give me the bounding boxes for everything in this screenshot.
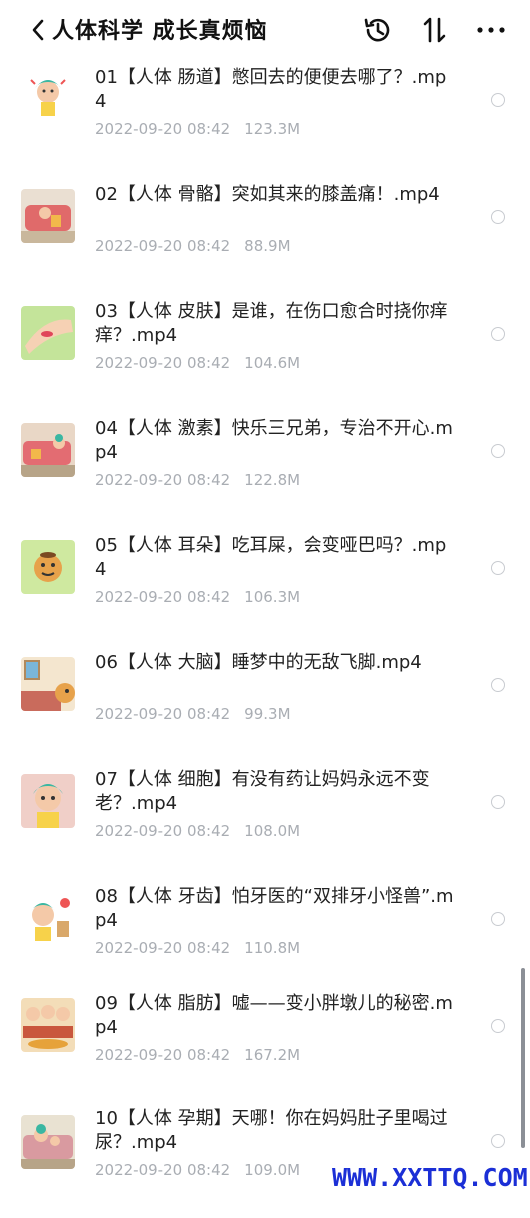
select-radio[interactable] — [491, 444, 505, 458]
back-button[interactable] — [24, 14, 54, 46]
file-meta: 2022-09-20 08:42 88.9M — [95, 237, 291, 255]
file-date: 2022-09-20 08:42 — [95, 1046, 231, 1064]
file-date: 2022-09-20 08:42 — [95, 822, 231, 840]
file-meta: 2022-09-20 08:42 122.8M — [95, 471, 300, 489]
video-thumbnail — [21, 774, 75, 828]
video-thumbnail — [21, 540, 75, 594]
file-item-09[interactable]: 09【人体 脂肪】嘘——变小胖墩儿的秘密.mp4 2022-09-20 08:4… — [0, 993, 530, 1111]
file-name: 03【人体 皮肤】是谁，在伤口愈合时挠你痒痒？.mp4 — [95, 301, 448, 346]
file-item-08[interactable]: 08【人体 牙齿】怕牙医的“双排牙小怪兽”.mp4 2022-09-20 08:… — [0, 877, 530, 994]
file-meta: 2022-09-20 08:42 109.0M — [95, 1161, 300, 1179]
file-date: 2022-09-20 08:42 — [95, 120, 231, 138]
file-name: 04【人体 激素】快乐三兄弟，专治不开心.mp4 — [95, 418, 453, 463]
file-name: 01【人体 肠道】憋回去的便便去哪了？.mp4 — [95, 67, 447, 112]
select-radio[interactable] — [491, 210, 505, 224]
video-thumbnail — [21, 657, 75, 711]
file-size: 104.6M — [244, 354, 301, 372]
file-name: 06【人体 大脑】睡梦中的无敌飞脚.mp4 — [95, 652, 422, 673]
file-name: 07【人体 细胞】有没有药让妈妈永远不变老？.mp4 — [95, 769, 430, 814]
sort-icon — [423, 17, 446, 43]
select-radio[interactable] — [491, 678, 505, 692]
file-item-04[interactable]: 04【人体 激素】快乐三兄弟，专治不开心.mp4 2022-09-20 08:4… — [0, 409, 530, 526]
history-button[interactable] — [360, 13, 394, 47]
select-radio[interactable] — [491, 795, 505, 809]
file-item-01[interactable]: 01【人体 肠道】憋回去的便便去哪了？.mp4 2022-09-20 08:42… — [0, 58, 530, 175]
video-thumbnail — [21, 1115, 75, 1169]
file-meta: 2022-09-20 08:42 123.3M — [95, 120, 300, 138]
video-thumbnail — [21, 423, 75, 477]
file-size: 88.9M — [244, 237, 291, 255]
select-radio[interactable] — [491, 1019, 505, 1033]
file-meta: 2022-09-20 08:42 106.3M — [95, 588, 300, 606]
more-button[interactable] — [474, 13, 508, 47]
file-meta: 2022-09-20 08:42 167.2M — [95, 1046, 300, 1064]
file-item-03[interactable]: 03【人体 皮肤】是谁，在伤口愈合时挠你痒痒？.mp4 2022-09-20 0… — [0, 292, 530, 409]
more-icon — [477, 27, 505, 33]
file-size: 110.8M — [244, 939, 301, 957]
file-date: 2022-09-20 08:42 — [95, 939, 231, 957]
file-size: 106.3M — [244, 588, 301, 606]
video-thumbnail — [21, 998, 75, 1052]
file-date: 2022-09-20 08:42 — [95, 1161, 231, 1179]
video-thumbnail — [21, 306, 75, 360]
file-size: 108.0M — [244, 822, 301, 840]
file-name: 05【人体 耳朵】吃耳屎，会变哑巴吗？.mp4 — [95, 535, 447, 580]
top-bar: 人体科学 成长真烦恼 — [0, 0, 530, 60]
file-item-05[interactable]: 05【人体 耳朵】吃耳屎，会变哑巴吗？.mp4 2022-09-20 08:42… — [0, 526, 530, 643]
file-date: 2022-09-20 08:42 — [95, 237, 231, 255]
file-item-02[interactable]: 02【人体 骨骼】突如其来的膝盖痛！.mp4 2022-09-20 08:42 8… — [0, 175, 530, 292]
file-date: 2022-09-20 08:42 — [95, 705, 231, 723]
history-icon — [364, 18, 390, 42]
file-date: 2022-09-20 08:42 — [95, 471, 231, 489]
select-radio[interactable] — [491, 912, 505, 926]
file-size: 123.3M — [244, 120, 301, 138]
file-name: 02【人体 骨骼】突如其来的膝盖痛！.mp4 — [95, 184, 440, 205]
select-radio[interactable] — [491, 1134, 505, 1148]
select-radio[interactable] — [491, 327, 505, 341]
file-item-10[interactable]: 10【人体 孕期】天哪！你在妈妈肚子里喝过尿？.mp4 2022-09-20 0… — [0, 1101, 530, 1218]
file-name: 10【人体 孕期】天哪！你在妈妈肚子里喝过尿？.mp4 — [95, 1108, 448, 1153]
file-size: 109.0M — [244, 1161, 301, 1179]
file-size: 99.3M — [244, 705, 291, 723]
video-thumbnail — [21, 891, 75, 945]
file-meta: 2022-09-20 08:42 99.3M — [95, 705, 291, 723]
file-list: 01【人体 肠道】憋回去的便便去哪了？.mp4 2022-09-20 08:42… — [0, 0, 530, 1200]
file-name: 09【人体 脂肪】嘘——变小胖墩儿的秘密.mp4 — [95, 993, 453, 1038]
video-thumbnail — [21, 189, 75, 243]
sort-button[interactable] — [418, 13, 452, 47]
select-radio[interactable] — [491, 561, 505, 575]
file-size: 167.2M — [244, 1046, 301, 1064]
video-thumbnail — [21, 70, 75, 124]
chevron-left-icon — [32, 19, 44, 41]
file-size: 122.8M — [244, 471, 301, 489]
file-meta: 2022-09-20 08:42 104.6M — [95, 354, 300, 372]
select-radio[interactable] — [491, 93, 505, 107]
file-name: 08【人体 牙齿】怕牙医的“双排牙小怪兽”.mp4 — [95, 886, 454, 931]
file-meta: 2022-09-20 08:42 108.0M — [95, 822, 300, 840]
page-title: 人体科学 成长真烦恼 — [52, 19, 268, 44]
file-item-06[interactable]: 06【人体 大脑】睡梦中的无敌飞脚.mp4 2022-09-20 08:42 99… — [0, 643, 530, 760]
file-date: 2022-09-20 08:42 — [95, 354, 231, 372]
file-meta: 2022-09-20 08:42 110.8M — [95, 939, 300, 957]
scrollbar[interactable] — [521, 968, 525, 1148]
file-item-07[interactable]: 07【人体 细胞】有没有药让妈妈永远不变老？.mp4 2022-09-20 08… — [0, 760, 530, 877]
file-date: 2022-09-20 08:42 — [95, 588, 231, 606]
watermark-text: WWW.XXTTQ.COM — [332, 1163, 528, 1192]
